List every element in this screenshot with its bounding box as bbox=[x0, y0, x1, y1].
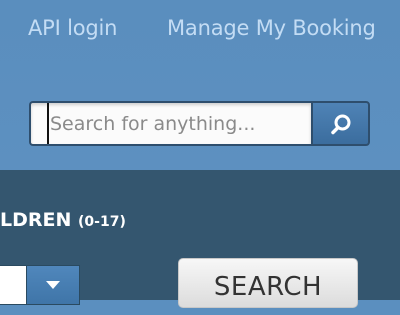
chevron-down-icon bbox=[46, 281, 60, 289]
search-input[interactable] bbox=[47, 103, 312, 144]
search-button[interactable] bbox=[311, 101, 370, 146]
search-box bbox=[29, 101, 312, 146]
children-label: LDREN (0-17) bbox=[0, 207, 126, 235]
manage-booking-link[interactable]: Manage My Booking bbox=[167, 14, 376, 42]
search-icon bbox=[330, 114, 350, 134]
api-login-link[interactable]: API login bbox=[28, 14, 117, 42]
search-submit-button[interactable]: SEARCH bbox=[178, 258, 358, 308]
children-label-text: LDREN bbox=[0, 209, 72, 231]
children-age-range: (0-17) bbox=[78, 214, 126, 230]
children-dropdown-button[interactable] bbox=[26, 265, 80, 305]
